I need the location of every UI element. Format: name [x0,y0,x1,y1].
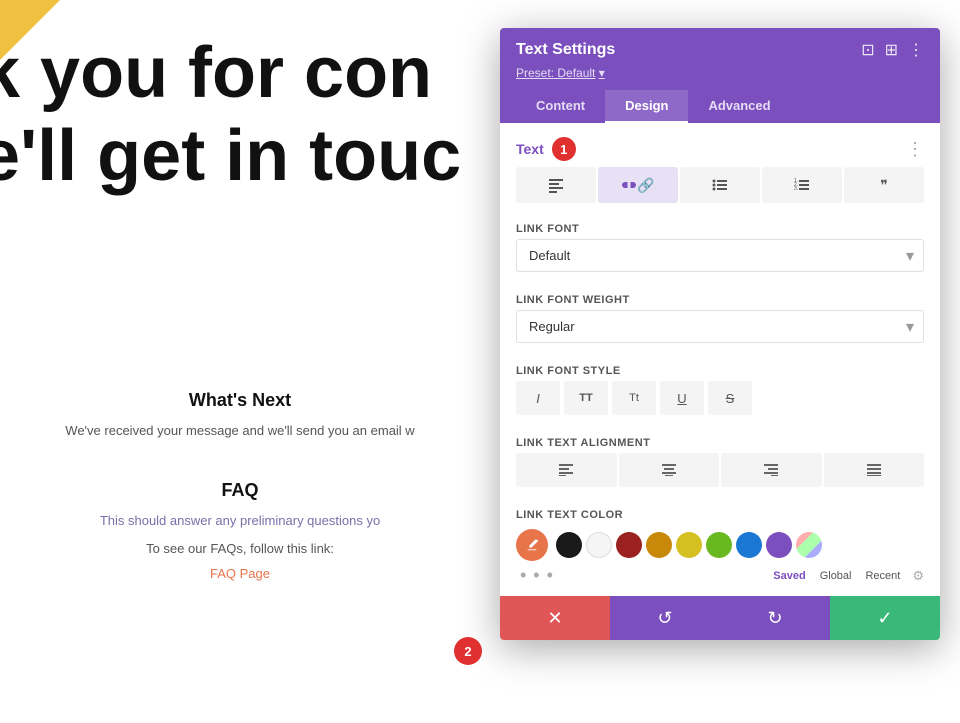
color-edit-button[interactable] [516,529,548,561]
columns-icon[interactable]: ⊞ [885,40,898,60]
cancel-button[interactable]: ✕ [500,596,610,640]
color-row [500,525,940,565]
color-palette-icon[interactable] [796,532,822,558]
text-section-header: Text 1 ⋮ [500,123,940,167]
saved-global-recent-tabs: Saved Global Recent ⚙ [769,568,924,584]
modal-header: Text Settings ⊡ ⊞ ⋮ Preset: Default ▾ Co… [500,28,940,123]
section-title-row: Text 1 [516,137,576,161]
align-right-text-button[interactable] [721,453,822,487]
link-text-alignment-label: Link Text Alignment [500,429,940,453]
more-options-icon[interactable]: ⋮ [908,40,924,60]
align-left-button[interactable] [516,167,596,203]
modal-header-icons: ⊡ ⊞ ⋮ [861,40,924,60]
faq-link-line: To see our FAQs, follow this link: [20,539,460,559]
link-font-weight-label: Link Font Weight [500,286,940,310]
link-font-label: Link Font [500,215,940,239]
text-style-buttons: 🔗 1.2.3. ❞ [500,167,940,215]
align-center-text-button[interactable] [619,453,720,487]
bg-section-faq: FAQ This should answer any preliminary q… [0,480,480,584]
underline-button[interactable]: U [660,381,704,415]
color-swatch-white[interactable] [586,532,612,558]
link-font-weight-select[interactable]: Regular [516,310,924,343]
preset-label: Preset: Default [516,66,595,80]
color-swatch-black[interactable] [556,532,582,558]
capitalize-button[interactable]: Tt [612,381,656,415]
redo-icon: ↻ [767,608,782,629]
color-swatch-purple[interactable] [766,532,792,558]
link-font-select[interactable]: Default [516,239,924,272]
italic-button[interactable]: I [516,381,560,415]
preset-arrow: ▾ [599,66,605,80]
preset-selector[interactable]: Preset: Default ▾ [516,66,924,80]
text-settings-panel: Text Settings ⊡ ⊞ ⋮ Preset: Default ▾ Co… [500,28,940,640]
resize-icon[interactable]: ⊡ [861,40,874,60]
faq-text: This should answer any preliminary quest… [20,511,460,531]
more-color-dots-button[interactable]: • • • [516,565,558,586]
color-swatch-dark-red[interactable] [616,532,642,558]
list-unordered-button[interactable] [680,167,760,203]
saved-tab-global[interactable]: Global [816,568,856,584]
badge-1: 1 [552,137,576,161]
redo-button[interactable]: ↻ [720,596,830,640]
align-left-text-button[interactable] [516,453,617,487]
tab-design[interactable]: Design [605,90,688,123]
saved-tab-saved[interactable]: Saved [769,568,809,584]
bg-heading-line2: e'll get in touc [0,115,461,197]
link-font-weight-select-wrapper: Regular ▾ [516,310,924,343]
color-swatch-blue[interactable] [736,532,762,558]
save-button[interactable]: ✓ [830,596,940,640]
strikethrough-button[interactable]: S [708,381,752,415]
bg-heading-line1: k you for con [0,30,432,116]
tab-advanced[interactable]: Advanced [688,90,790,123]
blockquote-button[interactable]: ❞ [844,167,924,203]
svg-text:3.: 3. [794,186,798,192]
modal-footer: ✕ ↺ ↻ ✓ [500,596,940,640]
whats-next-title: What's Next [20,390,460,411]
whats-next-text: We've received your message and we'll se… [20,421,460,441]
badge-2: 2 [454,637,482,665]
modal-header-top: Text Settings ⊡ ⊞ ⋮ [516,40,924,60]
faq-page-link: FAQ Page [20,564,460,584]
modal-tabs: Content Design Advanced [516,90,924,123]
link-text-color-label: Link Text Color [500,501,940,525]
undo-button[interactable]: ↺ [610,596,720,640]
section-more-icon[interactable]: ⋮ [906,139,924,160]
faq-title: FAQ [20,480,460,501]
cancel-icon: ✕ [547,608,562,629]
color-swatch-yellow[interactable] [676,532,702,558]
modal-body: Text 1 ⋮ 🔗 1.2.3. ❞ Link Font [500,123,940,596]
saved-tab-settings-icon[interactable]: ⚙ [912,568,924,584]
alignment-buttons [500,453,940,501]
modal-title: Text Settings [516,41,615,59]
bg-section-whats-next: What's Next We've received your message … [0,390,480,441]
all-caps-button[interactable]: TT [564,381,608,415]
align-justify-text-button[interactable] [824,453,925,487]
saved-tab-recent[interactable]: Recent [861,568,904,584]
list-ordered-button[interactable]: 1.2.3. [762,167,842,203]
undo-icon: ↺ [657,608,672,629]
color-swatch-orange[interactable] [646,532,672,558]
tab-content[interactable]: Content [516,90,605,123]
text-section-title: Text [516,141,544,157]
saved-tabs-row: • • • Saved Global Recent ⚙ [500,565,940,596]
save-icon: ✓ [877,608,892,629]
color-swatch-green[interactable] [706,532,732,558]
font-style-buttons: I TT Tt U S [500,381,940,429]
link-button[interactable]: 🔗 [598,167,678,203]
link-font-select-wrapper: Default ▾ [516,239,924,272]
link-font-style-label: Link Font Style [500,357,940,381]
